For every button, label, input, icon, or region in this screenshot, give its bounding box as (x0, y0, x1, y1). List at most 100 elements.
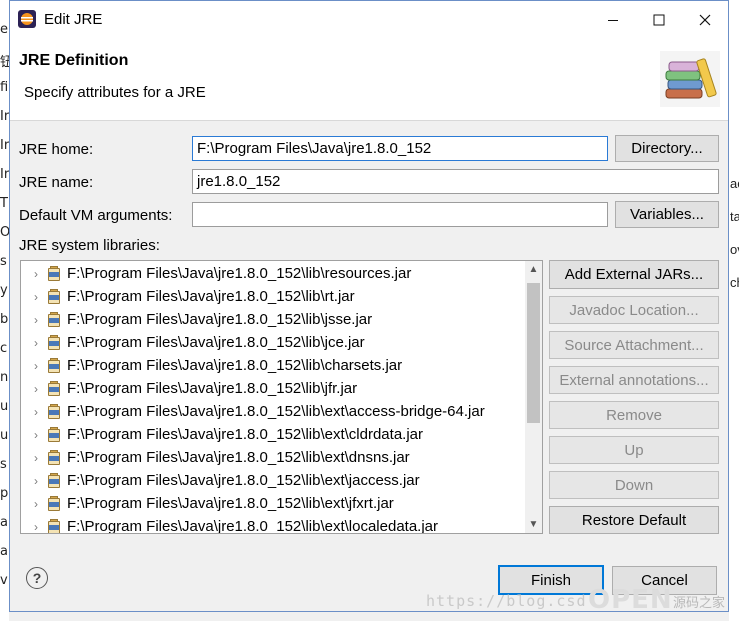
edit-jre-dialog: Edit JRE JRE Definition Specify attribut… (9, 0, 729, 612)
expand-chevron-icon[interactable]: › (27, 382, 45, 396)
window-title: Edit JRE (44, 11, 103, 28)
libraries-label: JRE system libraries: (19, 237, 160, 254)
expand-chevron-icon[interactable]: › (27, 520, 45, 534)
watermark-logo: OPEN (588, 585, 673, 615)
jar-icon (47, 403, 61, 420)
restore-default-button[interactable]: Restore Default (549, 506, 719, 534)
add-external-jars-button[interactable]: Add External JARs... (549, 260, 719, 289)
background-text: ac (730, 176, 739, 191)
library-row[interactable]: › F:\Program Files\Java\jre1.8.0_152\lib\… (21, 469, 521, 492)
title-bar[interactable]: Edit JRE (10, 1, 728, 39)
background-text: T (0, 196, 8, 211)
background-text: ar (0, 515, 9, 530)
background-text: s (0, 254, 7, 269)
library-row[interactable]: › F:\Program Files\Java\jre1.8.0_152\lib\… (21, 423, 521, 446)
background-text: c (0, 341, 8, 356)
library-row[interactable]: › F:\Program Files\Java\jre1.8.0_152\lib\… (21, 446, 521, 469)
jar-icon (47, 334, 61, 351)
library-path: F:\Program Files\Java\jre1.8.0_152\lib\e… (67, 403, 485, 420)
jre-home-label: JRE home: (19, 141, 94, 158)
background-text: ch (730, 275, 739, 290)
background-text: y (0, 283, 8, 298)
library-path: F:\Program Files\Java\jre1.8.0_152\lib\e… (67, 449, 410, 466)
dialog-header: JRE Definition Specify attributes for a … (10, 39, 728, 121)
jar-icon (47, 495, 61, 512)
up-button[interactable]: Up (549, 436, 719, 464)
background-text: ug (0, 399, 9, 414)
background-text: Ir (0, 167, 9, 182)
scroll-up-icon[interactable]: ▲ (525, 261, 542, 278)
jre-home-input[interactable]: F:\Program Files\Java\jre1.8.0_152 (192, 136, 608, 161)
jre-name-label: JRE name: (19, 174, 94, 191)
expand-chevron-icon[interactable]: › (27, 428, 45, 442)
library-row[interactable]: › F:\Program Files\Java\jre1.8.0_152\lib\… (21, 515, 521, 534)
books-icon (660, 51, 720, 107)
expand-chevron-icon[interactable]: › (27, 359, 45, 373)
jar-icon (47, 426, 61, 443)
directory-button[interactable]: Directory... (615, 135, 719, 162)
expand-chevron-icon[interactable]: › (27, 497, 45, 511)
header-title: JRE Definition (19, 52, 129, 69)
expand-chevron-icon[interactable]: › (27, 451, 45, 465)
background-text: n (0, 370, 9, 385)
jar-icon (47, 449, 61, 466)
jar-icon (47, 472, 61, 489)
expand-chevron-icon[interactable]: › (27, 313, 45, 327)
library-path: F:\Program Files\Java\jre1.8.0_152\lib\e… (67, 472, 420, 489)
background-window-left: e钮fiIrIrIrTOsybcnuguisprarav (0, 0, 9, 621)
background-text: 钮 (0, 55, 9, 70)
eclipse-icon (18, 10, 36, 28)
jar-icon (47, 265, 61, 282)
header-subtitle: Specify attributes for a JRE (24, 84, 206, 101)
expand-chevron-icon[interactable]: › (27, 405, 45, 419)
library-row[interactable]: › F:\Program Files\Java\jre1.8.0_152\lib\… (21, 492, 521, 515)
external-annotations-button[interactable]: External annotations... (549, 366, 719, 394)
background-window-right: ac ta ov ch (729, 0, 739, 621)
jar-icon (47, 311, 61, 328)
scroll-down-icon[interactable]: ▼ (525, 516, 542, 533)
library-row[interactable]: › F:\Program Files\Java\jre1.8.0_152\lib\… (21, 354, 521, 377)
expand-chevron-icon[interactable]: › (27, 290, 45, 304)
watermark-logo-sub: 源码之家 (673, 595, 726, 610)
background-text: a (0, 544, 8, 559)
jar-icon (47, 380, 61, 397)
library-row[interactable]: › F:\Program Files\Java\jre1.8.0_152\lib\… (21, 377, 521, 400)
expand-chevron-icon[interactable]: › (27, 336, 45, 350)
javadoc-location-button[interactable]: Javadoc Location... (549, 296, 719, 324)
jar-icon (47, 357, 61, 374)
library-row[interactable]: › F:\Program Files\Java\jre1.8.0_152\lib\… (21, 400, 521, 423)
library-path: F:\Program Files\Java\jre1.8.0_152\lib\e… (67, 495, 394, 512)
library-row[interactable]: › F:\Program Files\Java\jre1.8.0_152\lib\… (21, 285, 521, 308)
library-row[interactable]: › F:\Program Files\Java\jre1.8.0_152\lib\… (21, 331, 521, 354)
background-text: pr (0, 486, 9, 501)
remove-button[interactable]: Remove (549, 401, 719, 429)
vm-args-label: Default VM arguments: (19, 207, 173, 224)
background-text: ov (730, 242, 739, 257)
jre-name-input[interactable]: jre1.8.0_152 (192, 169, 719, 194)
vm-args-input[interactable] (192, 202, 608, 227)
minimize-icon[interactable] (590, 1, 636, 39)
source-attachment-button[interactable]: Source Attachment... (549, 331, 719, 359)
library-path: F:\Program Files\Java\jre1.8.0_152\lib\j… (67, 380, 358, 397)
scrollbar-thumb[interactable] (527, 283, 540, 423)
library-path: F:\Program Files\Java\jre1.8.0_152\lib\j… (67, 334, 365, 351)
expand-chevron-icon[interactable]: › (27, 474, 45, 488)
library-path: F:\Program Files\Java\jre1.8.0_152\lib\r… (67, 265, 412, 282)
help-icon[interactable]: ? (26, 567, 48, 589)
library-row[interactable]: › F:\Program Files\Java\jre1.8.0_152\lib\… (21, 308, 521, 331)
background-text: ta (730, 209, 739, 224)
background-text: v (0, 573, 8, 588)
expand-chevron-icon[interactable]: › (27, 267, 45, 281)
maximize-icon[interactable] (636, 1, 682, 39)
close-icon[interactable] (682, 1, 728, 39)
background-text: fi (0, 80, 9, 95)
library-path: F:\Program Files\Java\jre1.8.0_152\lib\j… (67, 311, 373, 328)
down-button[interactable]: Down (549, 471, 719, 499)
jre-libraries-tree[interactable]: › F:\Program Files\Java\jre1.8.0_152\lib\… (20, 260, 543, 534)
background-text: b (0, 312, 9, 327)
background-text: s (0, 457, 7, 472)
library-row[interactable]: › F:\Program Files\Java\jre1.8.0_152\lib\… (21, 262, 521, 285)
libraries-scrollbar[interactable]: ▲ ▼ (525, 261, 542, 533)
variables-button[interactable]: Variables... (615, 201, 719, 228)
library-path: F:\Program Files\Java\jre1.8.0_152\lib\e… (67, 518, 439, 534)
